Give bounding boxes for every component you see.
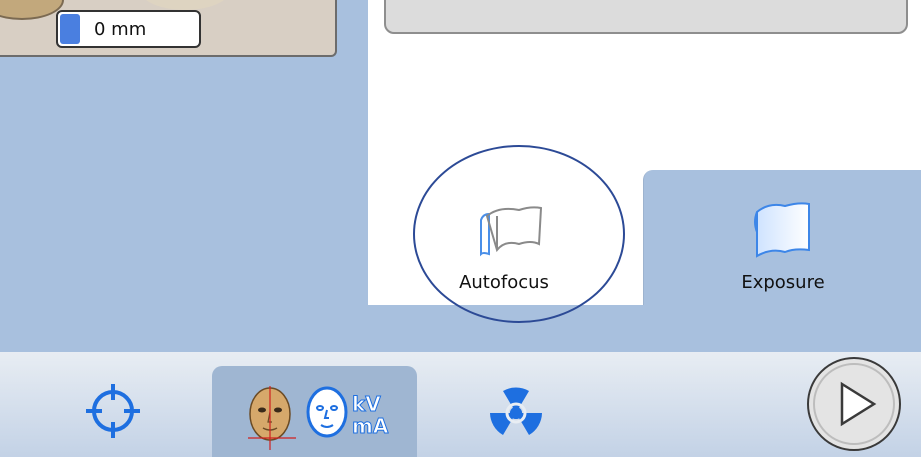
ma-label: mA [351,414,389,439]
radiation-icon[interactable] [485,382,547,444]
play-button[interactable] [804,354,904,454]
tab-exposure-label: Exposure [741,272,825,293]
depth-indicator[interactable]: 0 mm [56,10,201,48]
image-preview-panel: 0 mm [0,0,337,57]
skull-image [0,0,64,20]
depth-value: 0 mm [94,18,147,40]
patient-head-icon[interactable] [242,384,298,452]
highlight-circle [413,145,625,323]
skull-image-faded [140,0,230,10]
head-outline-icon[interactable] [302,384,352,444]
kv-label: kV [352,392,382,417]
tab-exposure[interactable]: Exposure [643,170,921,305]
info-box [384,0,908,34]
target-icon[interactable] [82,380,144,442]
exposure-icon [754,202,810,258]
depth-marker [60,14,80,44]
